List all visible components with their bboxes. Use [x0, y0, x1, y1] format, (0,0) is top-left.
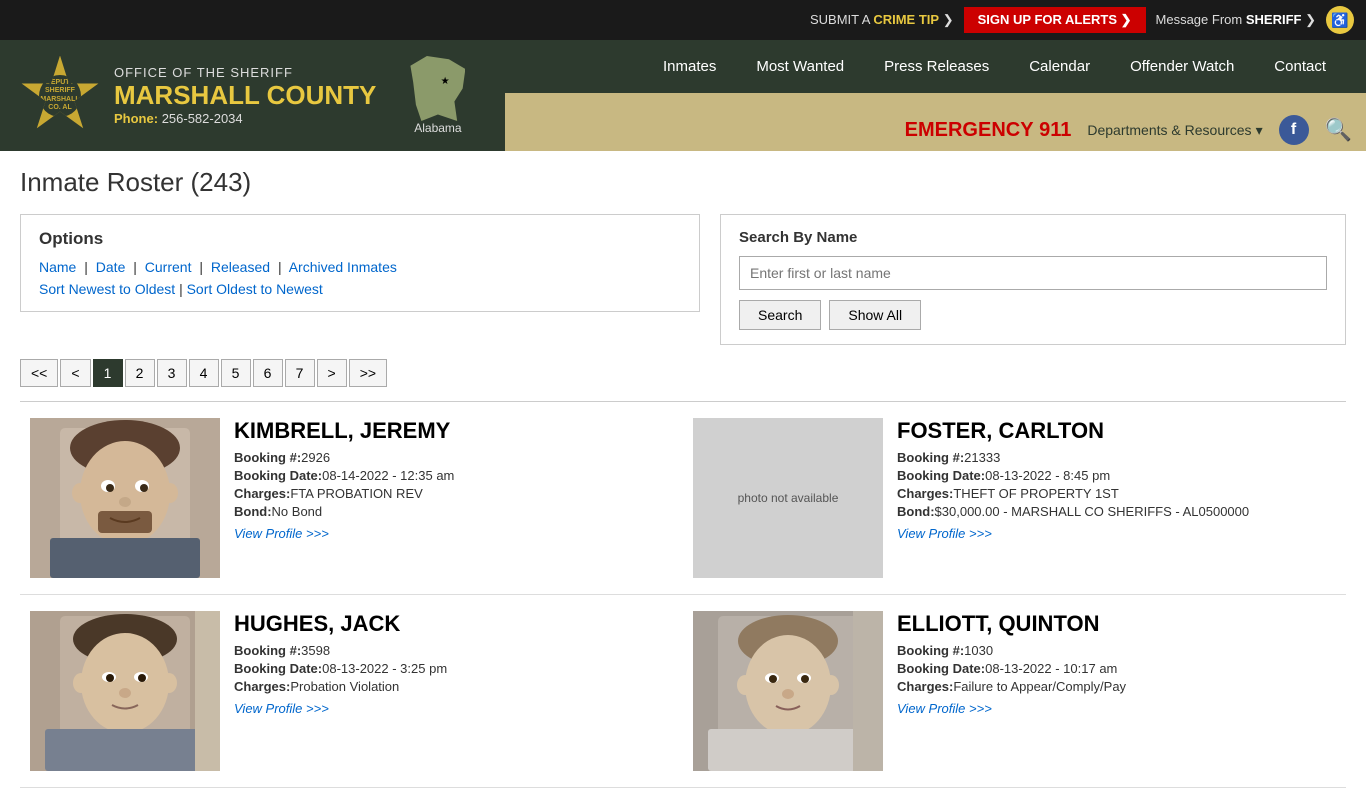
inmate-bond: Bond:No Bond — [234, 504, 673, 519]
pagination-prev[interactable]: < — [60, 359, 90, 387]
nav-offender-watch[interactable]: Offender Watch — [1110, 40, 1254, 93]
pagination-first[interactable]: << — [20, 359, 58, 387]
sort-newest[interactable]: Sort Newest to Oldest — [39, 281, 175, 297]
inmate-info: ELLIOTT, QUINTON Booking #:1030 Booking … — [897, 611, 1336, 716]
view-profile-elliott[interactable]: View Profile >>> — [897, 701, 992, 716]
main-content: Inmate Roster (243) Options Name | Date … — [0, 151, 1366, 804]
office-info: OFFICE OF THE SHERIFF MARSHALL COUNTY Ph… — [114, 65, 376, 126]
pagination: << < 1 2 3 4 5 6 7 > >> — [20, 359, 1346, 387]
inmate-grid: KIMBRELL, JEREMY Booking #:2926 Booking … — [20, 402, 1346, 788]
inmate-booking-date: Booking Date:08-13-2022 - 10:17 am — [897, 661, 1336, 676]
inmate-charges: Charges:Failure to Appear/Comply/Pay — [897, 679, 1336, 694]
inmate-charges: Charges:FTA PROBATION REV — [234, 486, 673, 501]
filter-archived[interactable]: Archived Inmates — [289, 259, 397, 275]
pagination-last[interactable]: >> — [349, 359, 387, 387]
inmate-photo-hughes — [30, 611, 220, 771]
inmate-photo-elliott — [693, 611, 883, 771]
search-input[interactable] — [739, 256, 1327, 290]
pagination-page-6[interactable]: 6 — [253, 359, 283, 387]
inmate-card: HUGHES, JACK Booking #:3598 Booking Date… — [20, 595, 683, 788]
alerts-button[interactable]: SIGN UP FOR ALERTS ❯ — [964, 7, 1146, 33]
inmate-info: FOSTER, CARLTON Booking #:21333 Booking … — [897, 418, 1336, 541]
view-profile-kimbrell[interactable]: View Profile >>> — [234, 526, 329, 541]
badge-text: DEPUTY SHERIFF MARSHALL CO. AL — [39, 75, 81, 117]
inmate-booking-date: Booking Date:08-13-2022 - 8:45 pm — [897, 468, 1336, 483]
inmate-name: KIMBRELL, JEREMY — [234, 418, 673, 444]
alabama-map-shape: ★ — [410, 56, 465, 121]
map-star-marker: ★ — [441, 76, 450, 87]
inmate-charges: Charges:Probation Violation — [234, 679, 673, 694]
inmate-info: HUGHES, JACK Booking #:3598 Booking Date… — [234, 611, 673, 716]
header-logo-area: DEPUTY SHERIFF MARSHALL CO. AL OFFICE OF… — [0, 40, 505, 151]
county-name: MARSHALL COUNTY — [114, 80, 376, 111]
nav-calendar[interactable]: Calendar — [1009, 40, 1110, 93]
inmate-bond: Bond:$30,000.00 - MARSHALL CO SHERIFFS -… — [897, 504, 1336, 519]
inmate-name: FOSTER, CARLTON — [897, 418, 1336, 444]
search-button[interactable]: Search — [739, 300, 821, 330]
search-box: Search By Name Search Show All — [720, 214, 1346, 345]
page-title: Inmate Roster (243) — [20, 167, 1346, 198]
search-by-name-title: Search By Name — [739, 229, 1327, 246]
inmate-card: KIMBRELL, JEREMY Booking #:2926 Booking … — [20, 402, 683, 595]
show-all-button[interactable]: Show All — [829, 300, 921, 330]
pagination-page-1[interactable]: 1 — [93, 359, 123, 387]
options-section: Options Name | Date | Current | Released… — [20, 214, 700, 312]
emergency-label: EMERGENCY 911 — [905, 119, 1072, 142]
office-title: OFFICE OF THE SHERIFF — [114, 65, 376, 80]
filter-released[interactable]: Released — [211, 259, 270, 275]
facebook-icon[interactable]: f — [1279, 115, 1309, 145]
pagination-page-7[interactable]: 7 — [285, 359, 315, 387]
pagination-page-5[interactable]: 5 — [221, 359, 251, 387]
dept-resources-menu[interactable]: Departments & Resources ▾ — [1087, 122, 1262, 139]
options-wrapper: Options Name | Date | Current | Released… — [20, 214, 1346, 345]
site-header: DEPUTY SHERIFF MARSHALL CO. AL OFFICE OF… — [0, 40, 1366, 151]
inmate-name: HUGHES, JACK — [234, 611, 673, 637]
accessibility-icon[interactable]: ♿ — [1326, 6, 1354, 34]
inmate-booking-num: Booking #:2926 — [234, 450, 673, 465]
chevron-down-icon: ▾ — [1256, 122, 1263, 139]
filter-current[interactable]: Current — [145, 259, 192, 275]
office-phone: Phone: 256-582-2034 — [114, 111, 376, 126]
inmate-info: KIMBRELL, JEREMY Booking #:2926 Booking … — [234, 418, 673, 541]
inmate-charges: Charges:THEFT OF PROPERTY 1ST — [897, 486, 1336, 501]
nav-area: Inmates Most Wanted Press Releases Calen… — [505, 40, 1366, 151]
pagination-page-4[interactable]: 4 — [189, 359, 219, 387]
inmate-name: ELLIOTT, QUINTON — [897, 611, 1336, 637]
nav-inmates[interactable]: Inmates — [643, 40, 736, 93]
filter-date[interactable]: Date — [96, 259, 126, 275]
options-filter-links: Name | Date | Current | Released | Archi… — [39, 259, 681, 275]
inmate-photo-placeholder-foster: photo not available — [693, 418, 883, 578]
inmate-booking-num: Booking #:21333 — [897, 450, 1336, 465]
inmate-booking-date: Booking Date:08-13-2022 - 3:25 pm — [234, 661, 673, 676]
search-icon[interactable]: 🔍 — [1325, 117, 1352, 143]
view-profile-hughes[interactable]: View Profile >>> — [234, 701, 329, 716]
pagination-next[interactable]: > — [317, 359, 347, 387]
pagination-page-2[interactable]: 2 — [125, 359, 155, 387]
options-sort-links: Sort Newest to Oldest | Sort Oldest to N… — [39, 281, 681, 297]
sort-oldest[interactable]: Sort Oldest to Newest — [187, 281, 323, 297]
state-label: Alabama — [414, 121, 461, 135]
inmate-booking-num: Booking #:1030 — [897, 643, 1336, 658]
inmate-booking-num: Booking #:3598 — [234, 643, 673, 658]
main-nav: Inmates Most Wanted Press Releases Calen… — [505, 40, 1366, 93]
view-profile-foster[interactable]: View Profile >>> — [897, 526, 992, 541]
inmate-booking-date: Booking Date:08-14-2022 - 12:35 am — [234, 468, 673, 483]
nav-contact[interactable]: Contact — [1254, 40, 1346, 93]
search-buttons: Search Show All — [739, 300, 1327, 330]
options-heading: Options — [39, 229, 681, 249]
inmate-card: photo not available FOSTER, CARLTON Book… — [683, 402, 1346, 595]
top-bar: SUBMIT A CRIME TIP ❯ SIGN UP FOR ALERTS … — [0, 0, 1366, 40]
inmate-photo-kimbrell — [30, 418, 220, 578]
message-sheriff-link[interactable]: Message From SHERIFF ❯ — [1156, 12, 1316, 28]
nav-most-wanted[interactable]: Most Wanted — [736, 40, 864, 93]
filter-name[interactable]: Name — [39, 259, 76, 275]
inmate-card: ELLIOTT, QUINTON Booking #:1030 Booking … — [683, 595, 1346, 788]
secondary-nav: EMERGENCY 911 Departments & Resources ▾ … — [505, 109, 1366, 151]
state-map: ★ Alabama — [390, 48, 485, 143]
crime-tip-link[interactable]: SUBMIT A CRIME TIP ❯ — [810, 12, 954, 28]
sheriff-badge: DEPUTY SHERIFF MARSHALL CO. AL — [20, 56, 100, 136]
pagination-page-3[interactable]: 3 — [157, 359, 187, 387]
nav-press-releases[interactable]: Press Releases — [864, 40, 1009, 93]
